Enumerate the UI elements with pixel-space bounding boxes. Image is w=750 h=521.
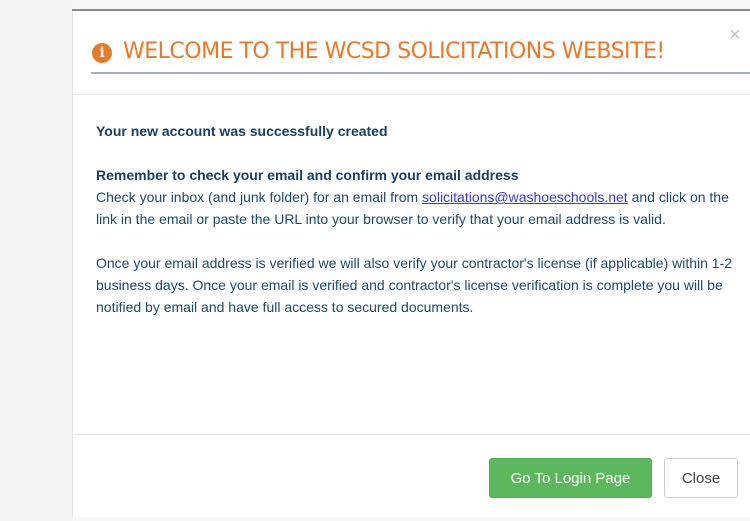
title-underline — [91, 72, 750, 74]
email-link[interactable]: solicitations@washoeschools.net — [422, 189, 628, 205]
close-icon[interactable]: × — [727, 25, 743, 45]
modal-title: WELCOME TO THE WCSD SOLICITATIONS WEBSIT… — [123, 39, 665, 64]
info-circle-icon: i — [92, 43, 112, 63]
email-confirm-section: Remember to check your email and confirm… — [96, 164, 736, 230]
footer-divider — [73, 434, 750, 435]
left-overlay — [0, 0, 72, 521]
verification-text: Once your email address is verified we w… — [96, 255, 733, 315]
top-border-line — [72, 9, 750, 11]
go-to-login-button[interactable]: Go To Login Page — [489, 458, 652, 498]
welcome-modal: i WELCOME TO THE WCSD SOLICITATIONS WEBS… — [72, 12, 750, 517]
header-divider — [73, 94, 750, 95]
success-message: Your new account was successfully create… — [96, 123, 388, 139]
close-button[interactable]: Close — [664, 458, 738, 498]
modal-body: Your new account was successfully create… — [96, 120, 736, 318]
modal-header: i WELCOME TO THE WCSD SOLICITATIONS WEBS… — [73, 12, 750, 94]
remember-heading: Remember to check your email and confirm… — [96, 167, 519, 183]
check-text-before: Check your inbox (and junk folder) for a… — [96, 189, 423, 205]
check-inbox-text: Check your inbox (and junk folder) for a… — [96, 186, 736, 230]
